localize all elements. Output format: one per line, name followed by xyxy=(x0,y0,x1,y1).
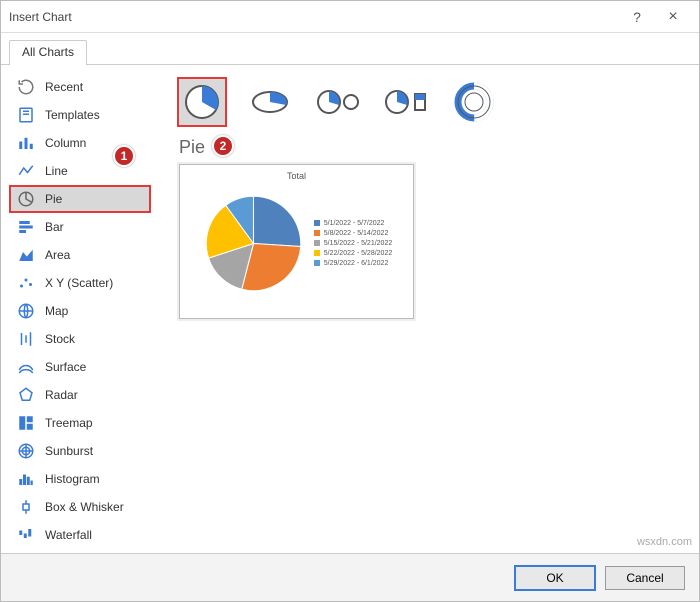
preview-body: 5/1/2022 - 5/7/2022 5/8/2022 - 5/14/2022 5… xyxy=(186,183,407,303)
stock-icon xyxy=(17,330,35,348)
sidebar-item-label: Sunburst xyxy=(45,444,93,458)
sidebar-item-recent[interactable]: Recent xyxy=(9,73,151,101)
sidebar-item-bar[interactable]: Bar xyxy=(9,213,151,241)
legend-label: 5/1/2022 - 5/7/2022 xyxy=(324,220,385,227)
tabstrip: All Charts xyxy=(1,33,699,65)
sidebar-item-label: Bar xyxy=(45,220,64,234)
sidebar-item-label: Surface xyxy=(45,360,86,374)
treemap-icon xyxy=(17,414,35,432)
legend-label: 5/29/2022 - 6/1/2022 xyxy=(324,260,389,267)
sidebar-item-label: Recent xyxy=(45,80,83,94)
bar-icon xyxy=(17,218,35,236)
titlebar: Insert Chart ? × xyxy=(1,1,699,33)
chart-type-name: Pie xyxy=(179,137,685,158)
legend-label: 5/22/2022 - 5/28/2022 xyxy=(324,250,393,257)
subtype-3d-pie[interactable] xyxy=(245,77,295,127)
sidebar-item-surface[interactable]: Surface xyxy=(9,353,151,381)
sidebar-item-label: Column xyxy=(45,136,86,150)
legend-item: 5/29/2022 - 6/1/2022 xyxy=(314,260,393,267)
sidebar-item-label: Map xyxy=(45,304,68,318)
templates-icon xyxy=(17,106,35,124)
annotation-marker-1: 1 xyxy=(113,145,135,167)
sidebar-item-label: Templates xyxy=(45,108,100,122)
preview-title: Total xyxy=(186,171,407,181)
legend-item: 5/1/2022 - 5/7/2022 xyxy=(314,220,393,227)
legend-label: 5/15/2022 - 5/21/2022 xyxy=(324,240,393,247)
sidebar-item-label: Histogram xyxy=(45,472,100,486)
subtype-doughnut[interactable] xyxy=(449,77,499,127)
line-icon xyxy=(17,162,35,180)
scatter-icon xyxy=(17,274,35,292)
dialog-title: Insert Chart xyxy=(9,10,619,24)
sidebar-item-sunburst[interactable]: Sunburst xyxy=(9,437,151,465)
waterfall-icon xyxy=(17,526,35,544)
area-icon xyxy=(17,246,35,264)
sidebar-item-map[interactable]: Map xyxy=(9,297,151,325)
box-whisker-icon xyxy=(17,498,35,516)
sidebar-item-stock[interactable]: Stock xyxy=(9,325,151,353)
chart-subtype-row xyxy=(171,77,685,127)
sidebar-item-label: Pie xyxy=(45,192,62,206)
sidebar-item-radar[interactable]: Radar xyxy=(9,381,151,409)
annotation-marker-2: 2 xyxy=(212,135,234,157)
help-button[interactable]: ? xyxy=(619,9,655,25)
legend-swatch xyxy=(314,220,320,226)
dialog-body: Recent Templates Column Line Pie Bar xyxy=(1,65,699,553)
pie-icon xyxy=(17,190,35,208)
surface-icon xyxy=(17,358,35,376)
sidebar-item-area[interactable]: Area xyxy=(9,241,151,269)
sidebar-item-label: Radar xyxy=(45,388,78,402)
sidebar-item-waterfall[interactable]: Waterfall xyxy=(9,521,151,549)
legend-item: 5/22/2022 - 5/28/2022 xyxy=(314,250,393,257)
legend-swatch xyxy=(314,260,320,266)
main-panel: Pie Total 5/1/2022 - 5/7/2022 5/8/2022 - … xyxy=(159,65,699,553)
subtype-bar-of-pie[interactable] xyxy=(381,77,431,127)
histogram-icon xyxy=(17,470,35,488)
close-button[interactable]: × xyxy=(655,8,691,26)
sidebar-item-treemap[interactable]: Treemap xyxy=(9,409,151,437)
ok-button[interactable]: OK xyxy=(515,566,595,590)
sidebar-item-label: Treemap xyxy=(45,416,93,430)
pie-chart-icon xyxy=(201,191,306,296)
legend-swatch xyxy=(314,250,320,256)
dialog-footer: OK Cancel xyxy=(1,553,699,601)
sidebar-item-label: Area xyxy=(45,248,70,262)
sidebar-item-label: Waterfall xyxy=(45,528,92,542)
column-icon xyxy=(17,134,35,152)
chart-category-sidebar: Recent Templates Column Line Pie Bar xyxy=(1,65,159,553)
sidebar-item-histogram[interactable]: Histogram xyxy=(9,465,151,493)
map-icon xyxy=(17,302,35,320)
watermark: wsxdn.com xyxy=(637,536,692,548)
sidebar-item-label: Line xyxy=(45,164,68,178)
sidebar-item-label: Stock xyxy=(45,332,75,346)
sunburst-icon xyxy=(17,442,35,460)
legend-label: 5/8/2022 - 5/14/2022 xyxy=(324,230,389,237)
sidebar-item-label: X Y (Scatter) xyxy=(45,276,113,290)
subtype-pie[interactable] xyxy=(177,77,227,127)
preview-legend: 5/1/2022 - 5/7/2022 5/8/2022 - 5/14/2022 5… xyxy=(314,220,393,267)
legend-swatch xyxy=(314,230,320,236)
sidebar-item-templates[interactable]: Templates xyxy=(9,101,151,129)
radar-icon xyxy=(17,386,35,404)
sidebar-item-scatter[interactable]: X Y (Scatter) xyxy=(9,269,151,297)
insert-chart-dialog: Insert Chart ? × All Charts Recent Templ… xyxy=(0,0,700,602)
recent-icon xyxy=(17,78,35,96)
sidebar-item-box-whisker[interactable]: Box & Whisker xyxy=(9,493,151,521)
sidebar-item-label: Box & Whisker xyxy=(45,500,124,514)
cancel-button[interactable]: Cancel xyxy=(605,566,685,590)
legend-item: 5/15/2022 - 5/21/2022 xyxy=(314,240,393,247)
chart-preview[interactable]: Total 5/1/2022 - 5/7/2022 5/8/2022 - 5/14… xyxy=(179,164,414,319)
legend-swatch xyxy=(314,240,320,246)
sidebar-item-pie[interactable]: Pie xyxy=(9,185,151,213)
subtype-pie-of-pie[interactable] xyxy=(313,77,363,127)
legend-item: 5/8/2022 - 5/14/2022 xyxy=(314,230,393,237)
tab-all-charts[interactable]: All Charts xyxy=(9,40,87,65)
